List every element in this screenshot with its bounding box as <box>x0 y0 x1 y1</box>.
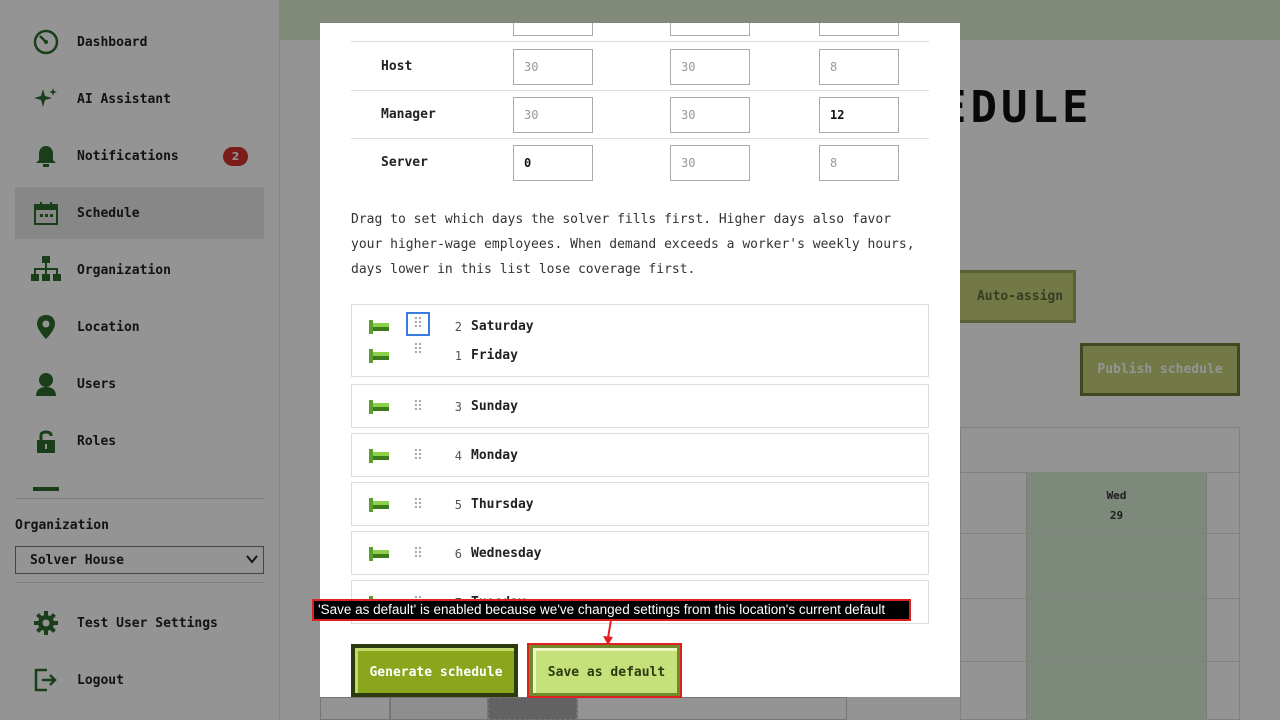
day-rank: 5 <box>454 498 462 512</box>
day-rank: 3 <box>454 400 462 414</box>
annotation-callout: 'Save as default' is enabled because we'… <box>312 599 911 621</box>
priority-flag-icon <box>369 547 389 561</box>
generate-schedule-label: Generate schedule <box>355 648 514 693</box>
day-card[interactable]: ⠿ 5 Thursday <box>351 482 929 526</box>
priority-flag-icon <box>369 449 389 463</box>
role-name: Manager <box>381 107 436 122</box>
priority-flag-icon <box>369 498 389 512</box>
role-row-server: Server 0 30 8 <box>351 139 929 187</box>
role-input[interactable] <box>670 23 750 36</box>
min-hours-input[interactable]: 0 <box>513 145 593 181</box>
day-name: Monday <box>471 448 518 463</box>
min-hours-input[interactable]: 30 <box>513 97 593 133</box>
drag-handle-icon[interactable]: ⠿ <box>406 343 430 357</box>
annotation-highlight <box>527 643 682 698</box>
role-input[interactable] <box>819 23 899 36</box>
priority-flag-icon <box>369 320 389 334</box>
role-row-manager: Manager 30 30 12 <box>351 91 929 139</box>
shift-length-input[interactable]: 8 <box>819 49 899 85</box>
shift-length-input[interactable]: 12 <box>819 97 899 133</box>
day-rank: 6 <box>454 547 462 561</box>
day-card[interactable]: ⠿ 3 Sunday <box>351 384 929 428</box>
drag-handle-icon[interactable]: ⠿ <box>406 395 430 419</box>
max-hours-input[interactable]: 30 <box>670 49 750 85</box>
max-hours-input[interactable]: 30 <box>670 97 750 133</box>
generate-schedule-button[interactable]: Generate schedule <box>351 644 518 697</box>
day-priority-description: Drag to set which days the solver fills … <box>351 212 915 277</box>
day-name: Sunday <box>471 399 518 414</box>
day-rank: 4 <box>454 449 462 463</box>
day-card-dragging[interactable]: ⠿ 2 Saturday ⠿ 1 Friday <box>351 304 929 377</box>
shift-length-input[interactable]: 8 <box>819 145 899 181</box>
min-hours-input[interactable]: 30 <box>513 49 593 85</box>
day-card[interactable]: ⠿ 6 Wednesday <box>351 531 929 575</box>
day-name: Thursday <box>471 497 534 512</box>
max-hours-input[interactable]: 30 <box>670 145 750 181</box>
role-input[interactable] <box>513 23 593 36</box>
day-rank: 1 <box>454 349 462 363</box>
role-name: Host <box>381 59 413 74</box>
day-card[interactable]: ⠿ 4 Monday <box>351 433 929 477</box>
drag-handle-icon[interactable]: ⠿ <box>406 312 430 336</box>
drag-handle-icon[interactable]: ⠿ <box>406 542 430 566</box>
day-name: Friday <box>471 348 518 363</box>
role-row-partial <box>351 23 929 42</box>
drag-handle-icon[interactable]: ⠿ <box>406 444 430 468</box>
drag-handle-icon[interactable]: ⠿ <box>406 493 430 517</box>
day-name: Wednesday <box>471 546 542 561</box>
generate-schedule-modal: Host 30 30 8 Manager 30 30 12 Server 0 3… <box>320 23 960 697</box>
priority-flag-icon <box>369 400 389 414</box>
priority-flag-icon <box>369 349 389 363</box>
role-row-host: Host 30 30 8 <box>351 43 929 91</box>
role-name: Server <box>381 155 428 170</box>
